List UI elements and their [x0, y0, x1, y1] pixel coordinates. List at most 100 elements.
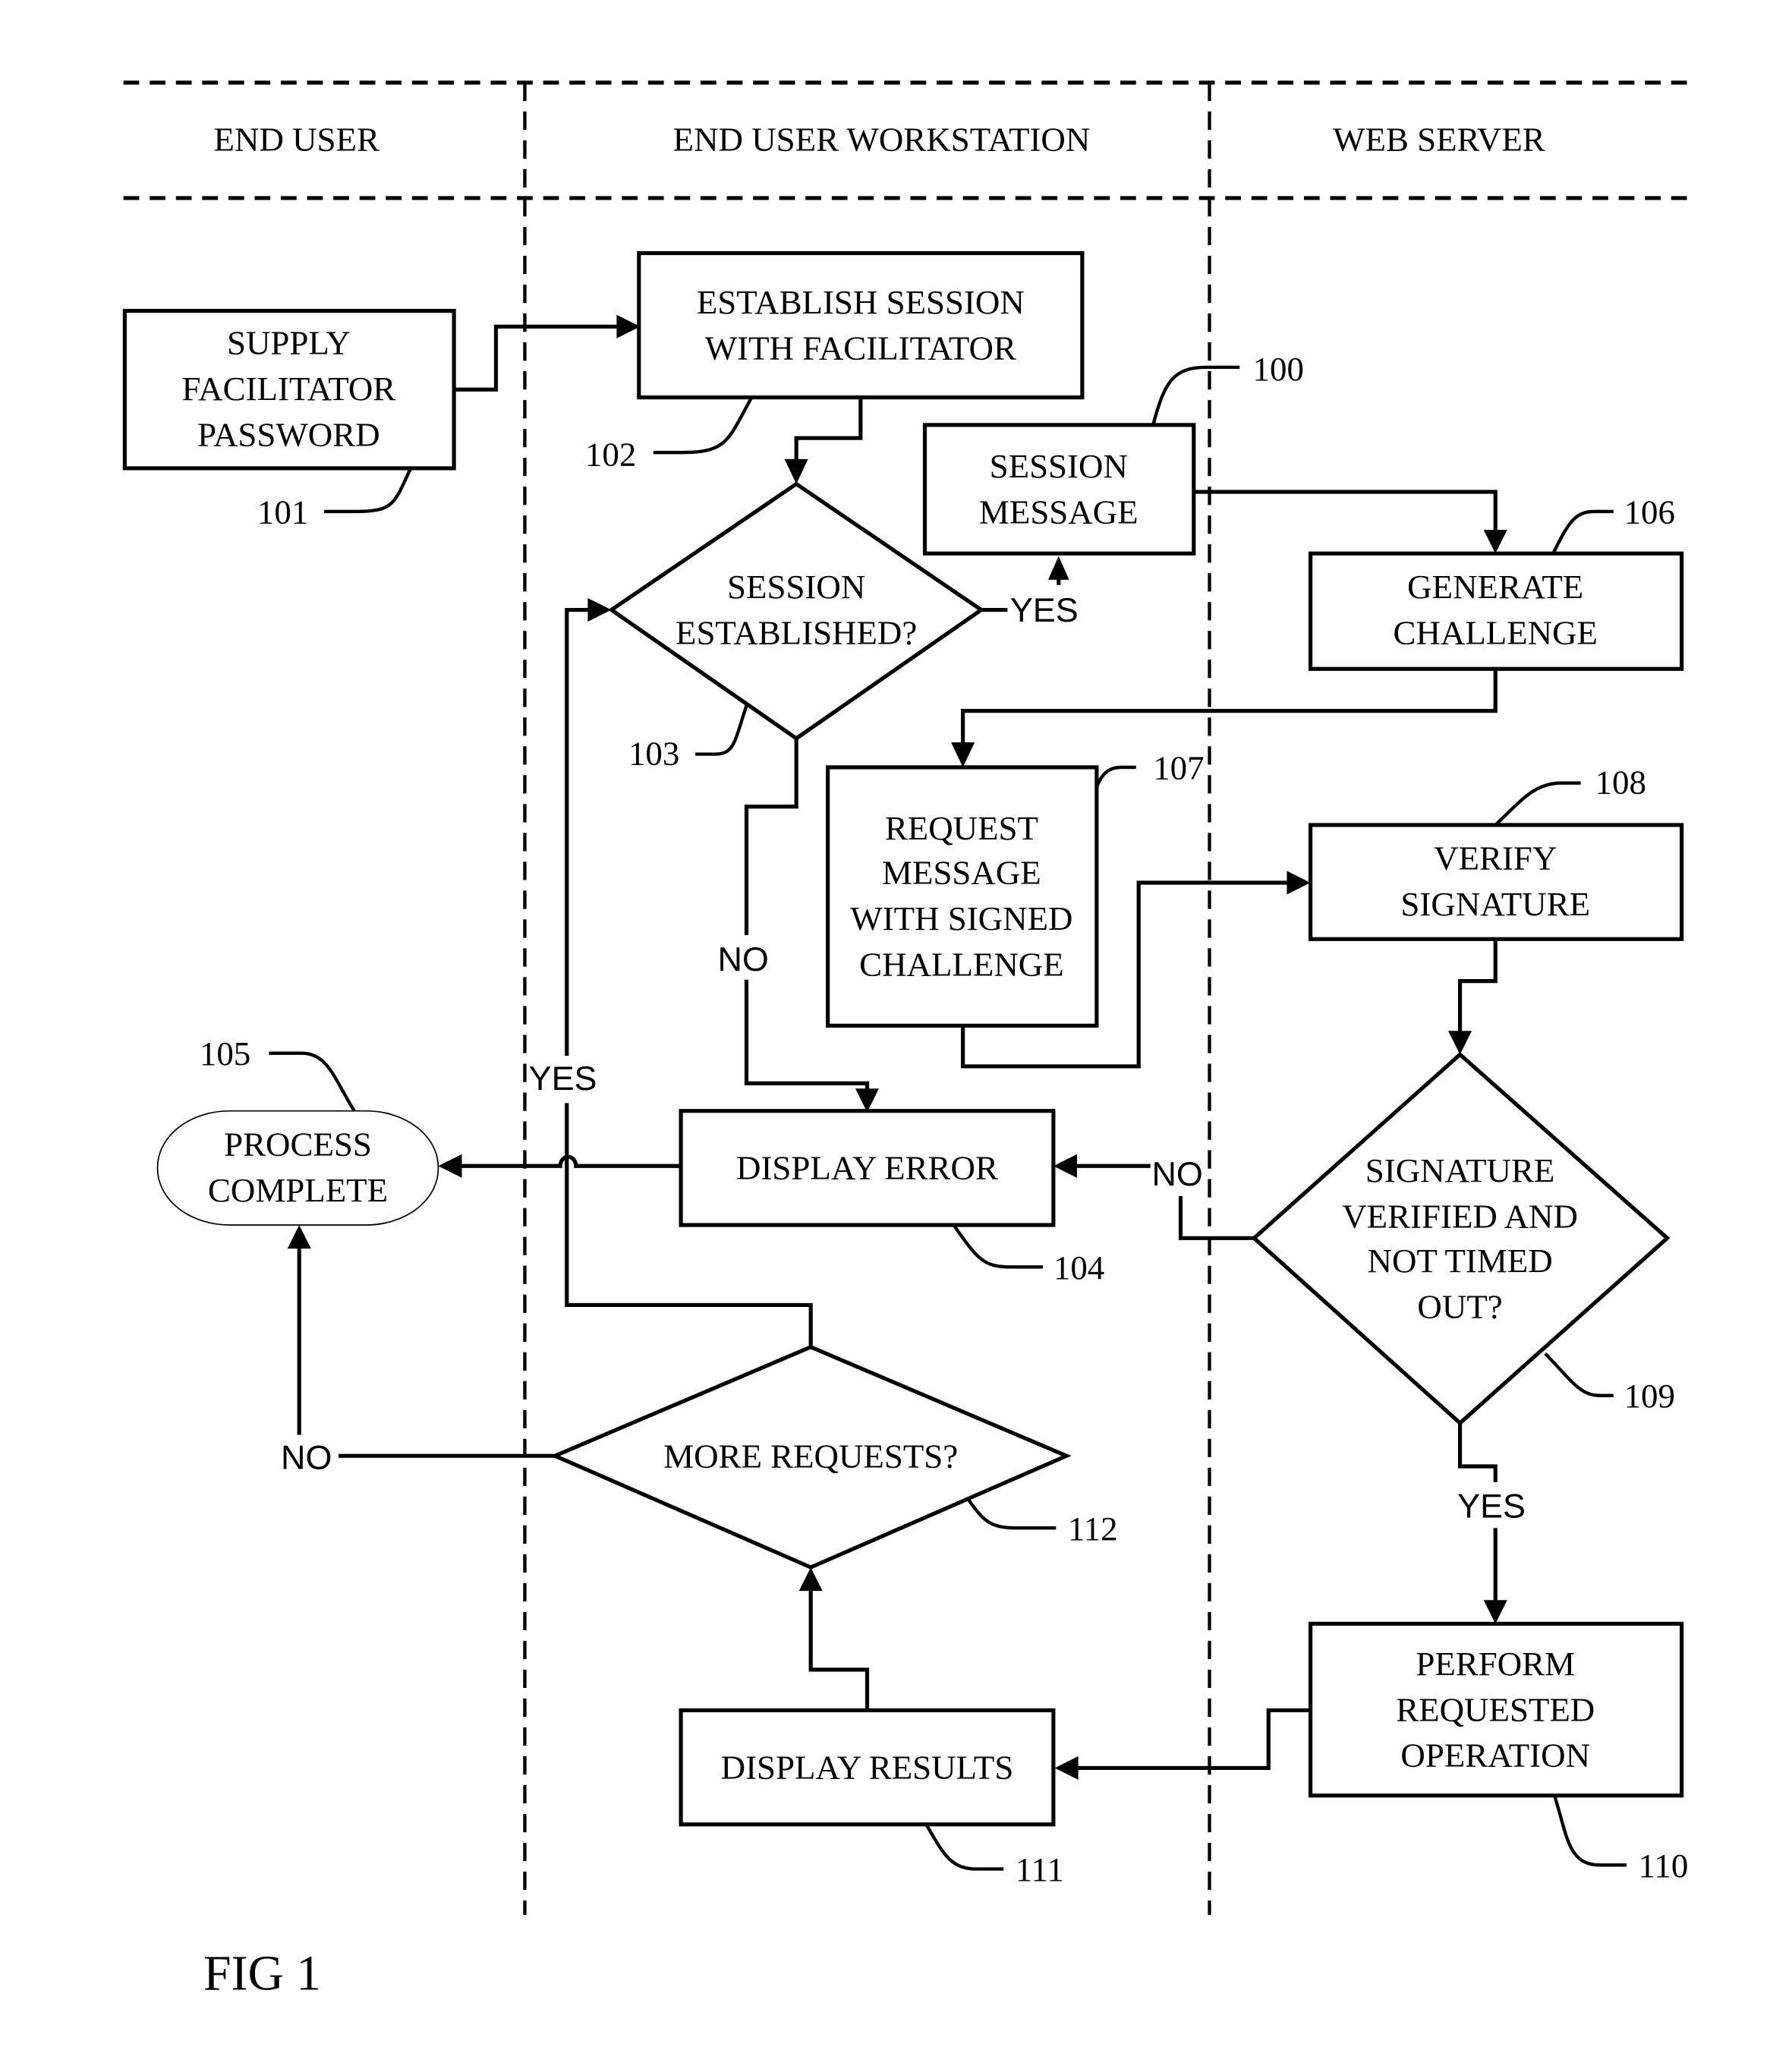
leader-line	[269, 1051, 356, 1112]
edge-label-112-no: NO	[281, 1438, 332, 1476]
node-text: DISPLAY ERROR	[736, 1149, 998, 1187]
arrowhead	[1053, 1154, 1077, 1178]
ref-107: 107	[1153, 748, 1204, 786]
node-text: PROCESS	[224, 1125, 372, 1163]
node-text: REQUEST	[885, 809, 1038, 847]
node-109: SIGNATURE VERIFIED AND NOT TIMED OUT?	[1251, 1051, 1671, 1426]
node-100: SESSION MESSAGE	[922, 423, 1196, 556]
arrowhead	[587, 598, 612, 622]
leader-line	[653, 396, 754, 455]
node-text: FACILITATOR	[182, 370, 396, 408]
node-111: DISPLAY RESULTS	[679, 1708, 1056, 1827]
node-text: MESSAGE	[882, 854, 1041, 892]
arrowhead	[438, 1154, 462, 1178]
edge-label-103-yes: YES	[1010, 590, 1079, 629]
node-text: REQUESTED	[1396, 1690, 1595, 1728]
node-text: MORE REQUESTS?	[663, 1438, 958, 1475]
leader-line	[1494, 781, 1581, 827]
edge-label-103-no: NO	[717, 940, 768, 978]
edge-111-112	[808, 1589, 870, 1711]
node-text: SUPPLY	[227, 324, 351, 362]
ref-101: 101	[257, 493, 308, 531]
node-text: WITH FACILITATOR	[705, 329, 1016, 367]
node-text: PERFORM	[1416, 1645, 1575, 1683]
node-text: SESSION	[727, 568, 865, 606]
node-110: PERFORM REQUESTED OPERATION	[1308, 1621, 1684, 1798]
node-104: DISPLAY ERROR	[679, 1109, 1056, 1227]
edge-104-105	[459, 1154, 682, 1168]
ref-111: 111	[1016, 1850, 1064, 1888]
leader-line	[324, 468, 413, 514]
process-box	[922, 423, 1196, 556]
arrowhead	[1287, 871, 1311, 895]
ref-102: 102	[585, 435, 636, 473]
leader-line	[966, 1497, 1057, 1530]
arrowhead	[784, 458, 808, 484]
ref-110: 110	[1639, 1847, 1689, 1885]
arrowhead	[1483, 530, 1507, 554]
lane-header-web-server: WEB SERVER	[1333, 121, 1545, 159]
edge-106-107	[961, 669, 1498, 745]
node-text: COMPLETE	[208, 1171, 388, 1209]
ref-100: 100	[1253, 350, 1304, 388]
leader-line	[1151, 365, 1240, 426]
node-101: SUPPLY FACILITATOR PASSWORD	[122, 308, 456, 471]
decision-diamond	[1251, 1051, 1671, 1426]
ref-104: 104	[1053, 1249, 1104, 1286]
arrowhead	[855, 1088, 880, 1113]
leader-line	[1552, 1795, 1627, 1867]
edge-label-109-yes: YES	[1457, 1486, 1526, 1525]
node-text: DISPLAY RESULTS	[721, 1748, 1014, 1786]
arrowhead	[1448, 1031, 1472, 1055]
node-106: GENERATE CHALLENGE	[1308, 551, 1684, 671]
node-112: MORE REQUESTS?	[550, 1344, 1072, 1570]
arrowhead	[616, 314, 641, 339]
process-box	[637, 250, 1085, 400]
node-text: CHALLENGE	[859, 946, 1064, 984]
connectors	[287, 314, 1507, 1781]
edge-112-103-upper	[565, 607, 590, 1056]
ref-109: 109	[1624, 1377, 1675, 1415]
node-text: SIGNATURE	[1400, 885, 1590, 923]
edge-100-106	[1193, 490, 1498, 533]
edge-102-103	[794, 397, 863, 462]
node-text: OPERATION	[1400, 1737, 1590, 1774]
leader-line	[695, 705, 748, 756]
ref-103: 103	[628, 734, 679, 772]
edge-109-104-lower	[1178, 1196, 1255, 1240]
edge-110-111	[1076, 1708, 1311, 1771]
node-text: GENERATE	[1407, 568, 1583, 606]
node-text: ESTABLISHED?	[676, 613, 917, 651]
ref-105: 105	[200, 1034, 250, 1072]
arrowhead	[798, 1567, 823, 1592]
edge-109-110-upper	[1457, 1422, 1498, 1482]
edge-label-109-no: NO	[1151, 1154, 1202, 1193]
arrowhead	[287, 1225, 311, 1249]
arrowhead	[1054, 1756, 1079, 1781]
node-text: VERIFIED AND	[1342, 1197, 1578, 1235]
ref-112: 112	[1068, 1510, 1118, 1548]
node-text: VERIFY	[1434, 839, 1557, 877]
node-108: VERIFY SIGNATURE	[1308, 823, 1684, 941]
arrowhead	[951, 742, 975, 767]
leader-line	[1551, 509, 1614, 555]
node-102: ESTABLISH SESSION WITH FACILITATOR	[637, 250, 1085, 400]
node-text: NOT TIMED	[1367, 1242, 1552, 1280]
process-box	[826, 765, 1099, 1028]
arrowhead	[1483, 1600, 1507, 1624]
node-text: ESTABLISH SESSION	[697, 283, 1025, 321]
leader-line	[924, 1823, 1004, 1871]
lane-header-end-user: END USER	[214, 121, 380, 159]
node-text: CHALLENGE	[1393, 613, 1597, 651]
node-text: SIGNATURE	[1365, 1151, 1555, 1189]
edge-101-102	[454, 324, 619, 392]
node-text: PASSWORD	[197, 416, 380, 454]
node-text: OUT?	[1417, 1288, 1502, 1326]
node-text: SESSION	[990, 447, 1128, 485]
ref-106: 106	[1624, 493, 1675, 531]
lane-header-workstation: END USER WORKSTATION	[673, 121, 1091, 159]
edge-108-109	[1457, 939, 1498, 1034]
node-105: PROCESS COMPLETE	[156, 1110, 439, 1226]
leader-line	[1094, 765, 1136, 788]
node-text: MESSAGE	[979, 493, 1139, 531]
